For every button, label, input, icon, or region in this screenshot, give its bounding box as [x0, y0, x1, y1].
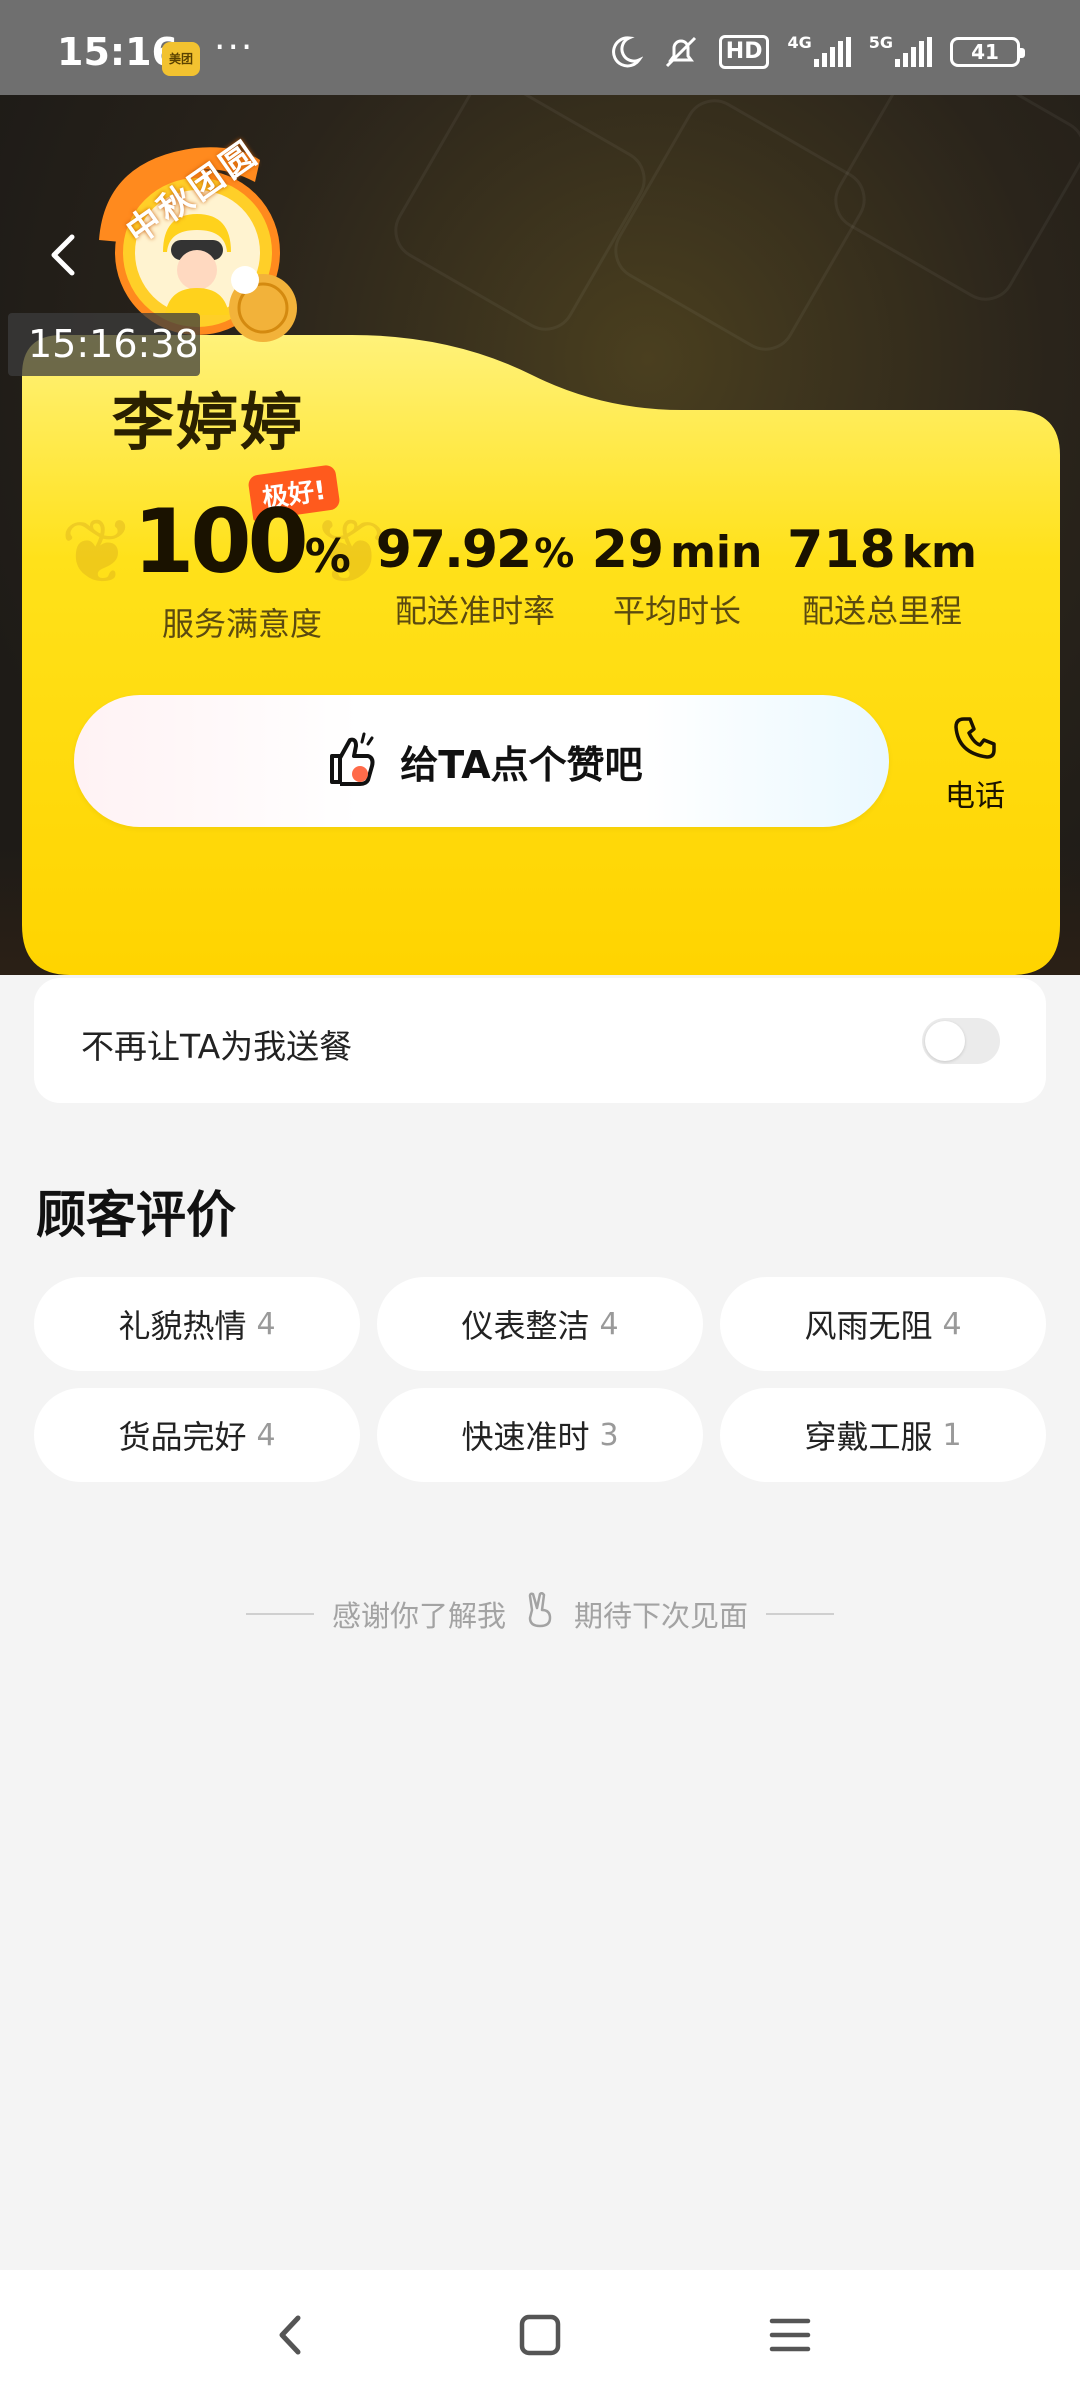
- divider-line: [766, 1612, 835, 1615]
- stat-unit: %: [304, 529, 351, 583]
- stat-on-time-rate: 97.92% 配送准时率: [376, 520, 575, 632]
- review-tag-label: 穿戴工服: [804, 1418, 933, 1456]
- review-tag-count: 4: [942, 1306, 962, 1342]
- status-icons: HD 4G 5G 41: [607, 33, 1025, 70]
- block-rider-row: 不再让TA为我送餐: [34, 978, 1046, 1103]
- peace-hand-icon: [524, 1591, 556, 1635]
- stat-unit: %: [534, 531, 575, 577]
- stat-unit: km: [901, 527, 977, 578]
- review-tag-count: 3: [599, 1417, 619, 1453]
- phone-icon: [940, 713, 1010, 767]
- battery-icon: 41: [950, 37, 1025, 67]
- block-rider-label: 不再让TA为我送餐: [81, 1027, 353, 1066]
- stat-label: 平均时长: [612, 592, 741, 630]
- review-tag-count: 1: [942, 1417, 962, 1453]
- review-tag-label: 仪表整洁: [461, 1307, 590, 1345]
- stat-label: 配送总里程: [801, 592, 962, 630]
- like-button-label: 给TA点个赞吧: [400, 742, 643, 787]
- stat-avg-duration: 29 min 平均时长: [591, 520, 763, 632]
- review-tag: 仪表整洁 4: [377, 1277, 703, 1371]
- system-nav-bar: [0, 2270, 1080, 2400]
- block-rider-toggle[interactable]: [922, 1018, 1000, 1064]
- app-notification-icon: 美团: [162, 42, 200, 76]
- status-time: 15:16: [57, 30, 178, 74]
- footer-text-left: 感谢你了解我: [331, 1598, 506, 1633]
- review-tag: 穿戴工服 1: [720, 1388, 1046, 1482]
- stat-value: 100: [133, 490, 309, 593]
- review-tag-count: 4: [256, 1306, 276, 1342]
- divider-line: [245, 1612, 314, 1615]
- stat-value: 29: [591, 520, 665, 580]
- status-bar: 15:16 美团 ··· HD 4G 5G 41: [0, 0, 1080, 95]
- hd-icon: HD: [718, 34, 770, 70]
- stat-unit: min: [670, 527, 763, 578]
- thumbs-up-icon: [320, 728, 382, 794]
- nav-back-button[interactable]: [265, 2310, 315, 2360]
- stat-value: 718: [787, 520, 896, 580]
- nav-menu-button[interactable]: [765, 2310, 815, 2360]
- signal-5g-icon: 5G: [869, 33, 932, 70]
- review-tag-label: 礼貌热情: [118, 1307, 247, 1345]
- review-tag-count: 4: [256, 1417, 276, 1453]
- like-button[interactable]: 给TA点个赞吧: [74, 695, 889, 827]
- signal-4g-icon: 4G: [787, 33, 851, 70]
- toggle-knob: [925, 1021, 965, 1061]
- timestamp-overlay: 15:16:38: [8, 313, 200, 376]
- stat-satisfaction: 100% 服务满意度: [122, 490, 362, 645]
- review-tag: 货品完好 4: [34, 1388, 360, 1482]
- phone-button[interactable]: 电话: [940, 713, 1010, 815]
- stat-total-distance: 718 km 配送总里程: [782, 520, 982, 632]
- review-tag: 礼貌热情 4: [34, 1277, 360, 1371]
- phone-label: 电话: [945, 779, 1005, 814]
- stat-label: 服务满意度: [161, 605, 322, 643]
- mute-bell-icon: [661, 34, 701, 70]
- nav-home-button[interactable]: [515, 2310, 565, 2360]
- rider-hero: 李婷婷 ❦ ❦ 极好! 100% 服务满意度 97.92% 配送准时率 29 mi…: [0, 95, 1080, 975]
- review-tags: 礼貌热情 4 仪表整洁 4 风雨无阻 4 货品完好 4 快速准时 3 穿戴工服 1: [34, 1277, 1046, 1482]
- footer-note: 感谢你了解我 期待下次见面: [0, 1591, 1080, 1635]
- review-tag-label: 货品完好: [118, 1418, 247, 1456]
- review-tag-label: 快速准时: [461, 1418, 590, 1456]
- stat-label: 配送准时率: [394, 592, 555, 630]
- rider-name: 李婷婷: [112, 386, 305, 459]
- review-tag: 风雨无阻 4: [720, 1277, 1046, 1371]
- moon-icon: [607, 34, 643, 70]
- stat-value: 97.92: [375, 520, 532, 580]
- reviews-title: 顾客评价: [36, 1186, 236, 1244]
- review-tag-count: 4: [599, 1306, 619, 1342]
- more-notifications-icon: ···: [214, 27, 255, 68]
- review-tag-label: 风雨无阻: [804, 1307, 933, 1345]
- review-tag: 快速准时 3: [377, 1388, 703, 1482]
- footer-text-right: 期待下次见面: [574, 1598, 749, 1633]
